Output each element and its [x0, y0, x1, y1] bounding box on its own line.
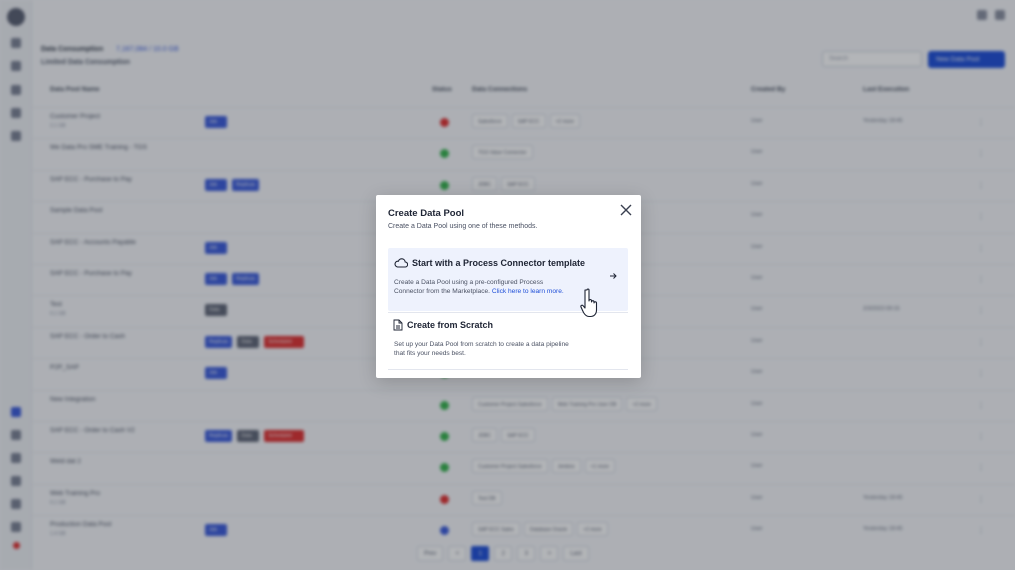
modal-title: Create Data Pool [388, 208, 465, 219]
create-data-pool-modal: Create Data Pool Create a Data Pool usin… [376, 195, 641, 378]
scratch-option-description: Set up your Data Pool from scratch to cr… [394, 341, 569, 357]
close-icon[interactable] [619, 203, 633, 217]
hand-pointer-cursor [580, 288, 598, 318]
scratch-option-title: Create from Scratch [407, 320, 494, 330]
modal-bottom-divider [388, 369, 628, 370]
create-from-scratch-option[interactable]: Create from Scratch Set up your Data Poo… [388, 317, 628, 369]
modal-subtitle: Create a Data Pool using one of these me… [388, 223, 538, 230]
template-option-description: Create a Data Pool using a pre-configure… [394, 279, 574, 296]
document-icon [393, 319, 403, 331]
template-option-title: Start with a Process Connector template [412, 258, 586, 268]
cloud-icon [394, 258, 408, 268]
arrow-right-icon[interactable] [609, 272, 617, 280]
learn-more-link[interactable]: Click here to learn more. [492, 288, 564, 295]
